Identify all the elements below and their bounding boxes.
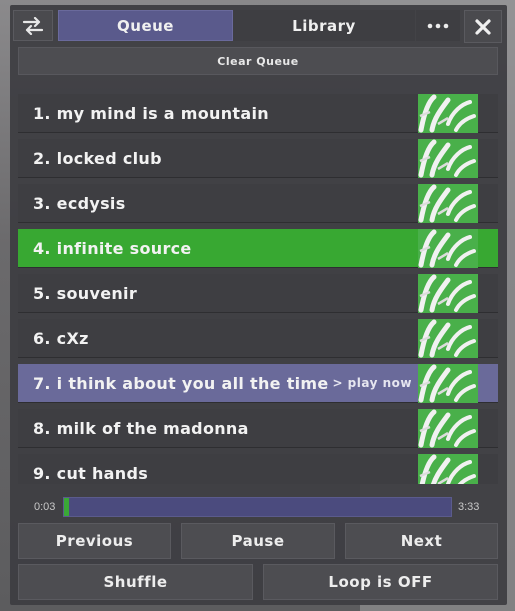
tab-library[interactable]: Library xyxy=(233,10,415,41)
pause-label: Pause xyxy=(231,532,285,550)
queue-item-title: 5. souvenir xyxy=(33,284,138,303)
progress-fill xyxy=(64,498,70,516)
swap-button[interactable] xyxy=(13,10,53,41)
loop-toggle-button[interactable]: Loop is OFF xyxy=(263,564,498,600)
clear-queue-button[interactable]: Clear Queue xyxy=(18,47,498,75)
queue-item[interactable]: 8. milk of the madonna xyxy=(18,409,498,448)
shuffle-button[interactable]: Shuffle xyxy=(18,564,253,600)
queue-item[interactable]: 6. cXz xyxy=(18,319,498,358)
previous-label: Previous xyxy=(55,532,134,550)
album-art-thumbnail xyxy=(418,454,478,484)
queue-item[interactable]: 5. souvenir xyxy=(18,274,498,313)
next-button[interactable]: Next xyxy=(345,523,498,559)
queue-item[interactable]: 3. ecdysis xyxy=(18,184,498,223)
shuffle-label: Shuffle xyxy=(103,573,168,591)
next-label: Next xyxy=(400,532,443,550)
queue-item-title: 9. cut hands xyxy=(33,464,149,483)
close-button[interactable] xyxy=(464,10,502,43)
play-now-hint[interactable]: > play now xyxy=(332,364,412,403)
more-button[interactable] xyxy=(416,10,460,41)
album-art-thumbnail xyxy=(418,184,478,223)
loop-label: Loop is OFF xyxy=(328,573,433,591)
queue-item-title: 8. milk of the madonna xyxy=(33,419,249,438)
swap-arrows-icon xyxy=(22,16,44,35)
queue-item[interactable]: 2. locked club xyxy=(18,139,498,178)
close-x-icon xyxy=(474,18,492,36)
queue-item-title: 4. infinite source xyxy=(33,239,192,258)
album-art-thumbnail xyxy=(418,139,478,178)
clear-queue-label: Clear Queue xyxy=(217,54,299,68)
queue-list[interactable]: 1. my mind is a mountain 2. locked club 3.… xyxy=(18,94,498,484)
album-art-thumbnail xyxy=(418,409,478,448)
queue-item-title: 7. i think about you all the time xyxy=(33,374,329,393)
queue-item[interactable]: 1. my mind is a mountain xyxy=(18,94,498,133)
queue-item-title: 6. cXz xyxy=(33,329,89,348)
album-art-thumbnail xyxy=(418,364,478,403)
elapsed-time: 0:03 xyxy=(34,501,56,513)
tab-queue[interactable]: Queue xyxy=(58,10,233,41)
album-art-thumbnail xyxy=(418,94,478,133)
queue-item-title: 3. ecdysis xyxy=(33,194,126,213)
queue-item[interactable]: 4. infinite source xyxy=(18,229,498,268)
previous-button[interactable]: Previous xyxy=(18,523,171,559)
tab-queue-label: Queue xyxy=(117,16,174,35)
queue-item-title: 1. my mind is a mountain xyxy=(33,104,269,123)
progress-bar[interactable] xyxy=(63,497,452,517)
total-time: 3:33 xyxy=(458,501,480,513)
queue-item-title: 2. locked club xyxy=(33,149,162,168)
album-art-thumbnail xyxy=(418,319,478,358)
queue-item[interactable]: 9. cut hands xyxy=(18,454,498,484)
queue-item[interactable]: 7. i think about you all the time > play … xyxy=(18,364,498,403)
tab-library-label: Library xyxy=(292,16,356,35)
more-dots-icon xyxy=(427,23,449,29)
pause-button[interactable]: Pause xyxy=(181,523,335,559)
album-art-thumbnail xyxy=(418,229,478,268)
album-art-thumbnail xyxy=(418,274,478,313)
